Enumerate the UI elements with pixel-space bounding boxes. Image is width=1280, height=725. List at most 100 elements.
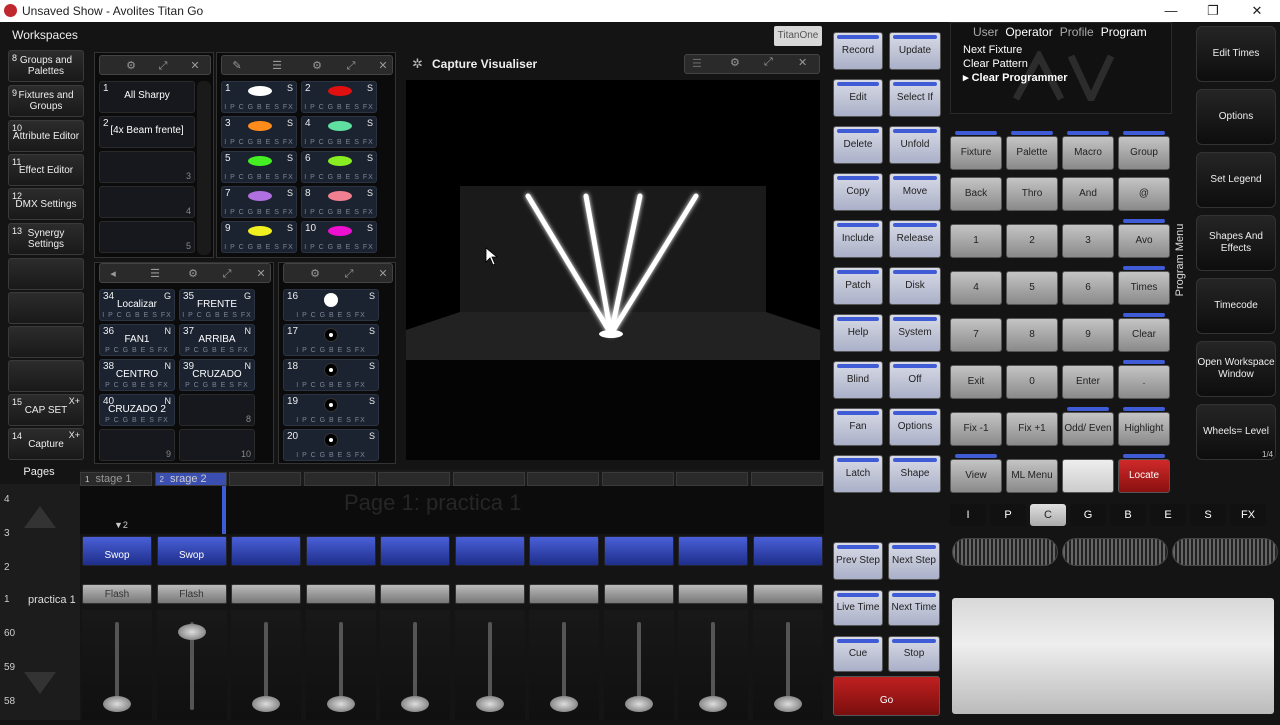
softkey-options[interactable]: Options	[1196, 89, 1276, 145]
colour-palette-cell[interactable]: 3 S I P C G B E S FX	[221, 116, 297, 148]
fader-knob[interactable]	[401, 696, 429, 712]
flash-button[interactable]	[678, 584, 748, 604]
page-up-arrow-icon[interactable]	[24, 506, 56, 528]
menu-tab-profile[interactable]: Profile	[1060, 25, 1094, 39]
page-down-arrow-icon[interactable]	[24, 672, 56, 694]
swop-button[interactable]	[752, 536, 823, 566]
playback-fader[interactable]	[454, 610, 525, 720]
keypad-odd-even-button[interactable]: Odd/ Even	[1062, 407, 1114, 446]
flash-button[interactable]	[380, 584, 450, 604]
workspace-button[interactable]	[8, 292, 84, 324]
attribute-e-button[interactable]: E	[1150, 504, 1186, 526]
workspace-button[interactable]: 10 Attribute Editor	[8, 120, 84, 152]
fader-knob[interactable]	[252, 696, 280, 712]
swop-button[interactable]: Swop	[82, 536, 152, 566]
fader-knob[interactable]	[326, 696, 355, 712]
colour-palette-cell[interactable]: 9 S I P C G B E S FX	[221, 221, 297, 253]
playback-tab[interactable]	[527, 472, 599, 486]
fader-knob[interactable]	[773, 696, 802, 712]
playback-fader[interactable]	[305, 610, 376, 720]
close-icon[interactable]: ✕	[186, 59, 204, 73]
keypad-thro-button[interactable]: Thro	[1006, 177, 1058, 211]
position-palette-cell[interactable]: 9	[99, 429, 175, 461]
swop-button[interactable]	[603, 536, 674, 566]
program-update-button[interactable]: Update	[889, 32, 941, 70]
colour-palette-cell[interactable]: 10 S I P C G B E S FX	[301, 221, 377, 253]
softkey-timecode[interactable]: Timecode	[1196, 278, 1276, 334]
program-copy-button[interactable]: Copy	[833, 173, 883, 211]
flash-button[interactable]: Flash	[82, 584, 152, 604]
attribute-fx-button[interactable]: FX	[1230, 504, 1266, 526]
attribute-b-button[interactable]: B	[1110, 504, 1146, 526]
resize-icon[interactable]: ⤢	[154, 59, 172, 73]
group-cell[interactable]: 2 [4x Beam frente]	[99, 116, 195, 148]
gear-icon[interactable]: ⚙	[308, 59, 326, 73]
program-fan-button[interactable]: Fan	[833, 408, 883, 446]
keypad-ml-menu-button[interactable]: ML Menu	[1006, 459, 1058, 493]
swop-button[interactable]	[231, 536, 301, 566]
keypad-2-button[interactable]: 2	[1006, 224, 1058, 258]
encoder-wheel-3[interactable]	[1172, 538, 1278, 566]
program-options-button[interactable]: Options	[889, 408, 941, 446]
softkey-set-legend[interactable]: Set Legend	[1196, 152, 1276, 208]
workspace-button[interactable]: 15 CAP SET X+	[8, 394, 84, 426]
program-off-button[interactable]: Off	[889, 361, 941, 399]
gear-icon[interactable]: ⚙	[306, 267, 324, 281]
list-icon[interactable]: ☰	[692, 57, 702, 70]
fader-knob[interactable]	[624, 696, 653, 712]
keypad-7-button[interactable]: 7	[950, 318, 1002, 352]
keypad-fixture-button[interactable]: Fixture	[950, 131, 1002, 170]
restore-button[interactable]: ❐	[1198, 2, 1228, 20]
position-palette-cell[interactable]: 10	[179, 429, 255, 461]
group-cell[interactable]: 3	[99, 151, 195, 183]
fader-knob[interactable]	[475, 696, 504, 712]
keypad-fix-1-button[interactable]: Fix +1	[1006, 412, 1058, 446]
menu-tab-user[interactable]: User	[973, 25, 998, 39]
keypad-locate-button[interactable]: Locate	[1118, 454, 1170, 493]
workspace-button[interactable]	[8, 258, 84, 290]
close-icon[interactable]: ✕	[798, 56, 807, 69]
keypad-macro-button[interactable]: Macro	[1062, 131, 1114, 170]
resize-icon[interactable]: ⤢	[342, 59, 360, 73]
menu-line-clear-programmer[interactable]: Clear Programmer	[972, 72, 1068, 84]
playback-tab[interactable]	[676, 472, 748, 486]
keypad-1-button[interactable]: 1	[950, 224, 1002, 258]
gobo-palette-cell[interactable]: 17 S I P C G B E S FX	[283, 324, 379, 356]
menu-tab-operator[interactable]: Operator	[1005, 25, 1052, 39]
next-step-button[interactable]: Next Step	[888, 542, 940, 580]
resize-icon[interactable]: ⤢	[340, 267, 358, 281]
playback-tab[interactable]	[378, 472, 450, 486]
gear-icon[interactable]: ⚙	[730, 56, 740, 69]
encoder-wheel-1[interactable]	[952, 538, 1058, 566]
position-palette-cell[interactable]: 36 N FAN1 P C G B E S FX	[99, 324, 175, 356]
softkey-open-workspace-window[interactable]: Open Workspace Window	[1196, 341, 1276, 397]
keypad-enter-button[interactable]: Enter	[1062, 365, 1114, 399]
playback-tab[interactable]	[750, 472, 823, 486]
fader-knob[interactable]	[550, 696, 578, 712]
position-palette-cell[interactable]: 40 N CRUZADO 2P C G B E S FX	[99, 394, 175, 426]
menu-line-clear-pattern[interactable]: Clear Pattern	[963, 57, 1068, 71]
gear-icon[interactable]: ⚙	[122, 59, 140, 73]
keypad-fix-1-button[interactable]: Fix -1	[950, 412, 1002, 446]
keypad-9-button[interactable]: 9	[1062, 318, 1114, 352]
playback-tab[interactable]	[303, 472, 376, 486]
position-palette-cell[interactable]: 35 G FRENTE I P C G B E S FX	[179, 289, 255, 321]
keypad-4-button[interactable]: 4	[950, 271, 1002, 305]
softkey-edit-times[interactable]: Edit Times	[1196, 26, 1276, 82]
gobo-palette-cell[interactable]: 16 S I P C G B E S FX	[283, 289, 379, 321]
keypad-exit-button[interactable]: Exit	[950, 365, 1002, 399]
program-edit-button[interactable]: Edit	[833, 79, 883, 117]
program-move-button[interactable]: Move	[889, 173, 941, 211]
resize-icon[interactable]: ⤢	[764, 56, 773, 69]
keypad-times-button[interactable]: Times	[1118, 266, 1170, 305]
position-palette-cell[interactable]: 8	[179, 394, 255, 426]
encoder-wheel-2[interactable]	[1062, 538, 1168, 566]
flash-button[interactable]	[231, 584, 301, 604]
gear-icon[interactable]: ⚙	[184, 267, 202, 281]
list-icon[interactable]: ☰	[146, 267, 164, 281]
workspace-button[interactable]: 12 DMX Settings	[8, 188, 84, 220]
keypad-group-button[interactable]: Group	[1118, 131, 1170, 170]
workspace-button[interactable]	[8, 360, 84, 392]
fader-knob[interactable]	[177, 624, 206, 640]
keypad-3-button[interactable]: 3	[1062, 224, 1114, 258]
